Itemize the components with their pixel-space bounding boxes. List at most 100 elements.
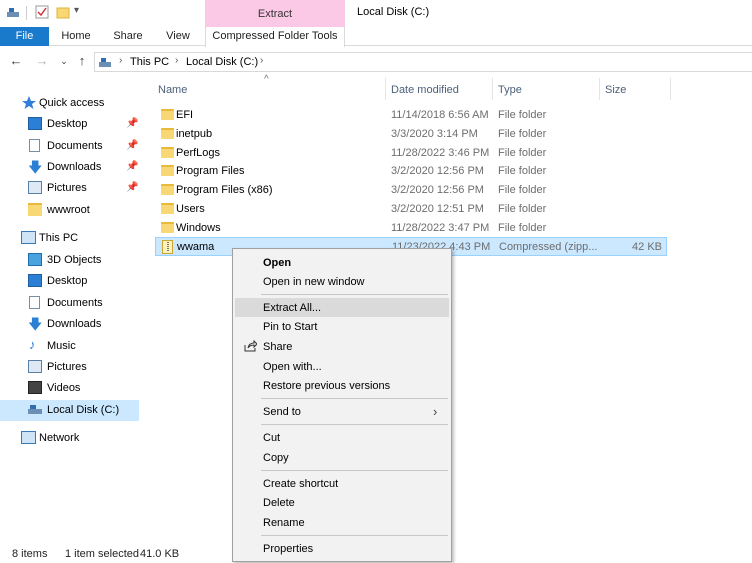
up-arrow-icon[interactable]: ↑ [74, 53, 90, 69]
back-arrow-icon[interactable]: ← [8, 53, 24, 69]
column-divider[interactable] [492, 78, 493, 100]
music-note-icon: ♪ [29, 337, 36, 352]
file-row[interactable]: inetpub 3/3/2020 3:14 PM File folder [155, 125, 667, 144]
nav-desktop[interactable]: Desktop [0, 271, 139, 292]
menu-open-new-window[interactable]: Open in new window [235, 272, 449, 291]
column-divider[interactable] [670, 78, 671, 100]
file-row[interactable]: PerfLogs 11/28/2022 3:46 PM File folder [155, 144, 667, 163]
nav-videos[interactable]: Videos [0, 378, 139, 399]
folder-icon [28, 203, 42, 216]
nav-pictures[interactable]: Pictures [0, 357, 139, 378]
folder-icon [161, 203, 174, 214]
nav-quick-downloads[interactable]: 🡇 Downloads 📌 [0, 157, 139, 178]
nav-quick-wwwroot[interactable]: wwwroot [0, 200, 139, 221]
tab-share[interactable]: Share [106, 27, 150, 46]
documents-icon [29, 139, 40, 152]
menu-separator [261, 535, 448, 536]
forward-arrow-icon[interactable]: → [34, 53, 50, 69]
status-selected: 1 item selected [65, 548, 139, 560]
column-header-name[interactable]: Name [158, 84, 187, 96]
folder-icon [161, 147, 174, 158]
menu-copy[interactable]: Copy [235, 448, 449, 467]
context-menu: Open Open in new window Extract All... P… [232, 248, 452, 562]
share-icon [243, 339, 258, 356]
menu-separator [261, 424, 448, 425]
column-header-size[interactable]: Size [605, 84, 626, 96]
3d-objects-icon [28, 253, 42, 266]
status-size: 41.0 KB [140, 548, 180, 560]
download-arrow-icon: 🡇 [28, 159, 43, 175]
breadcrumb-this-pc[interactable]: This PC [130, 56, 169, 68]
file-row[interactable]: Program Files (x86) 3/2/2020 12:56 PM Fi… [155, 181, 667, 200]
file-row[interactable]: EFI 11/14/2018 6:56 AM File folder [155, 106, 667, 125]
file-row[interactable]: Program Files 3/2/2020 12:56 PM File fol… [155, 162, 667, 181]
pin-icon[interactable]: 📌 [126, 161, 138, 172]
computer-icon [21, 231, 36, 244]
menu-cut[interactable]: Cut [235, 428, 449, 447]
customize-qat-icon[interactable]: ▾ [74, 5, 79, 16]
column-header-type[interactable]: Type [498, 84, 522, 96]
nav-quick-pictures[interactable]: Pictures 📌 [0, 178, 139, 199]
folder-icon [161, 128, 174, 139]
nav-3d-objects[interactable]: 3D Objects [0, 250, 139, 271]
menu-separator [261, 398, 448, 399]
column-header-date[interactable]: Date modified [391, 84, 459, 96]
network-icon [21, 431, 36, 444]
menu-open[interactable]: Open [235, 253, 449, 272]
breadcrumb-chevron-icon[interactable]: › [119, 55, 122, 66]
recent-locations-chevron-icon[interactable]: ⌄ [56, 53, 72, 69]
pin-icon[interactable]: 📌 [126, 140, 138, 151]
nav-quick-desktop[interactable]: Desktop 📌 [0, 114, 139, 135]
file-row[interactable]: Windows 11/28/2022 3:47 PM File folder [155, 219, 667, 238]
menu-separator [261, 294, 448, 295]
extract-label: Extract [257, 8, 293, 20]
nav-network[interactable]: Network [0, 428, 139, 449]
breadcrumb-chevron-icon[interactable]: › [260, 55, 263, 66]
menu-restore-previous-versions[interactable]: Restore previous versions [235, 376, 449, 395]
menu-send-to[interactable]: Send to › [235, 402, 449, 421]
star-icon [22, 96, 36, 109]
menu-properties[interactable]: Properties [235, 539, 449, 558]
nav-quick-documents[interactable]: Documents 📌 [0, 136, 139, 157]
nav-local-disk[interactable]: Local Disk (C:) [0, 400, 139, 421]
download-arrow-icon: 🡇 [28, 316, 43, 332]
submenu-arrow-icon: › [433, 404, 438, 419]
menu-open-with[interactable]: Open with... [235, 357, 449, 376]
nav-music[interactable]: ♪ Music [0, 336, 139, 357]
tab-home[interactable]: Home [54, 27, 98, 46]
menu-share[interactable]: Share [235, 337, 449, 356]
menu-rename[interactable]: Rename [235, 513, 449, 532]
pin-icon[interactable]: 📌 [126, 118, 138, 129]
tab-file[interactable]: File [0, 27, 49, 46]
nav-downloads[interactable]: 🡇 Downloads [0, 314, 139, 335]
menu-extract-all[interactable]: Extract All... [235, 298, 449, 317]
menu-delete[interactable]: Delete [235, 493, 449, 512]
tab-compressed-folder-tools[interactable]: Compressed Folder Tools [205, 27, 345, 46]
status-item-count: 8 items [12, 548, 48, 560]
menu-separator [261, 470, 448, 471]
desktop-icon [28, 274, 42, 287]
desktop-icon [28, 117, 42, 130]
breadcrumb-chevron-icon[interactable]: › [175, 55, 178, 66]
properties-icon[interactable] [35, 5, 49, 19]
nav-this-pc[interactable]: This PC [0, 228, 139, 249]
breadcrumb-local-disk[interactable]: Local Disk (C:) [186, 56, 258, 68]
column-divider[interactable] [599, 78, 600, 100]
pin-icon[interactable]: 📌 [126, 182, 138, 193]
zip-file-icon [162, 240, 173, 254]
videos-icon [28, 381, 42, 394]
column-divider[interactable] [385, 78, 386, 100]
address-drive-icon [98, 55, 112, 72]
drive-icon [28, 403, 42, 416]
sort-up-icon: ^ [264, 74, 269, 85]
menu-pin-to-start[interactable]: Pin to Start [235, 317, 449, 336]
nav-documents[interactable]: Documents [0, 293, 139, 314]
tab-view[interactable]: View [156, 27, 200, 46]
menu-create-shortcut[interactable]: Create shortcut [235, 474, 449, 493]
file-row[interactable]: Users 3/2/2020 12:51 PM File folder [155, 200, 667, 219]
nav-quick-access[interactable]: Quick access [0, 93, 139, 114]
toolbar-divider [26, 6, 27, 20]
drive-icon[interactable] [6, 5, 20, 19]
folder-icon [161, 222, 174, 233]
new-folder-icon[interactable] [56, 5, 70, 19]
